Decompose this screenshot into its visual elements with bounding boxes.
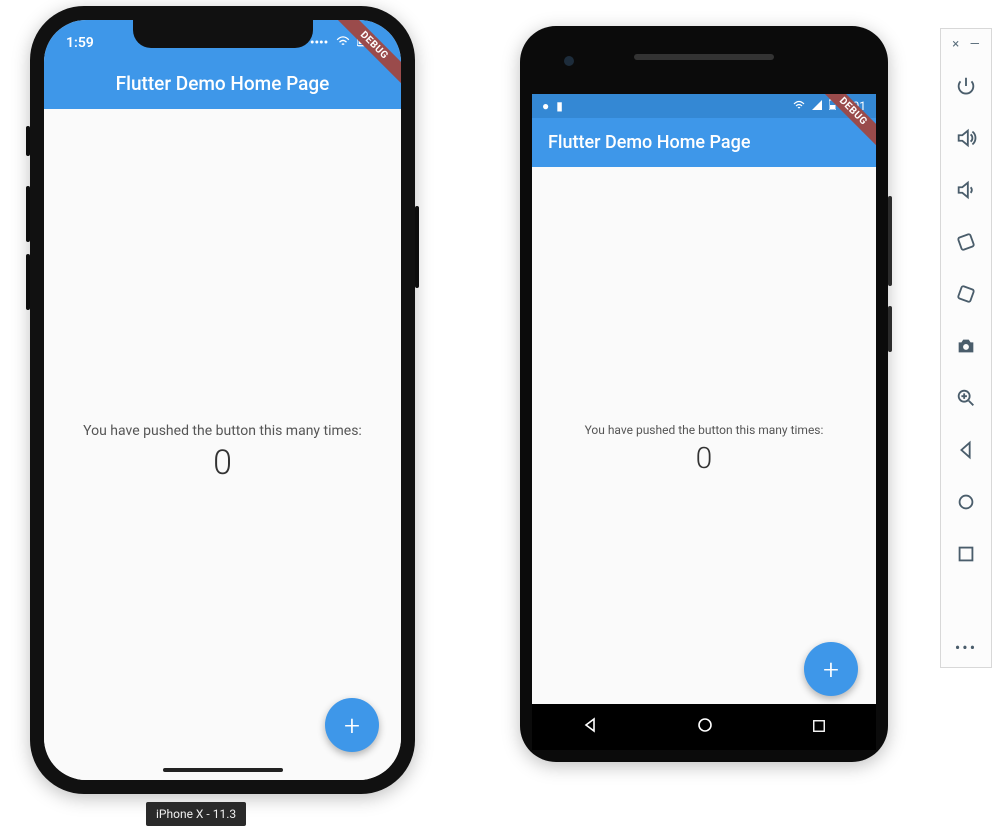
wifi-icon (793, 99, 808, 113)
android-speaker (634, 54, 774, 60)
rotate-right-button[interactable] (941, 268, 991, 320)
close-emulator-button[interactable]: × (952, 37, 959, 52)
android-power-button[interactable] (888, 306, 892, 352)
ios-appbar-title: Flutter Demo Home Page (44, 60, 401, 109)
ios-mute-switch[interactable] (26, 126, 30, 156)
plus-icon: + (344, 709, 360, 742)
ios-home-indicator[interactable] (163, 768, 283, 772)
screenshot-button[interactable] (941, 320, 991, 372)
zoom-button[interactable] (941, 372, 991, 424)
cellular-icon: •••• (310, 36, 328, 51)
rotate-right-icon (955, 283, 977, 305)
nav-back-button[interactable] (582, 717, 598, 737)
overview-icon (955, 543, 977, 565)
notification-dot-icon: ● (542, 99, 549, 113)
more-options-button[interactable]: ••• (955, 638, 977, 657)
android-status-left: ● ▮ (540, 99, 565, 113)
ios-notch (133, 20, 313, 48)
volume-up-icon (955, 127, 977, 149)
ios-simulator-frame: 1:59 •••• Flutter Demo Home Page DEBUG Y… (30, 6, 415, 794)
android-appbar: ● ▮ 2:01 Flutter Demo Home Page (532, 94, 876, 167)
volume-up-button[interactable] (941, 112, 991, 164)
emu-home-button[interactable] (941, 476, 991, 528)
android-volume-rocker[interactable] (888, 196, 892, 286)
emu-overview-button[interactable] (941, 528, 991, 580)
counter-value: 0 (213, 443, 232, 483)
power-icon (955, 75, 977, 97)
fab-add-button[interactable]: + (804, 642, 858, 696)
rotate-left-icon (955, 231, 977, 253)
ios-app-body: You have pushed the button this many tim… (44, 126, 401, 780)
ios-volume-down[interactable] (26, 254, 30, 310)
android-nav-bar (532, 704, 876, 750)
nav-home-button[interactable] (697, 717, 713, 737)
volume-down-button[interactable] (941, 164, 991, 216)
emulator-control-panel: × — ••• (940, 28, 992, 668)
back-icon (955, 439, 977, 461)
rotate-left-button[interactable] (941, 216, 991, 268)
ios-volume-up[interactable] (26, 186, 30, 242)
counter-label: You have pushed the button this many tim… (83, 423, 362, 439)
android-app-body: You have pushed the button this many tim… (532, 184, 876, 714)
camera-icon (955, 335, 977, 357)
emu-back-button[interactable] (941, 424, 991, 476)
android-screen: ● ▮ 2:01 Flutter Demo Home Page (532, 94, 876, 714)
counter-value: 0 (696, 441, 713, 476)
ios-power-button[interactable] (415, 206, 419, 288)
fab-add-button[interactable]: + (325, 698, 379, 752)
android-appbar-title: Flutter Demo Home Page (532, 118, 876, 167)
minimize-emulator-button[interactable]: — (970, 37, 980, 52)
plus-icon: + (823, 653, 839, 686)
counter-label: You have pushed the button this many tim… (585, 423, 824, 437)
zoom-icon (955, 387, 977, 409)
nav-recent-button[interactable] (812, 718, 826, 737)
android-front-camera (564, 56, 574, 66)
wifi-icon (336, 36, 353, 51)
sdcard-icon: ▮ (556, 99, 563, 113)
home-icon (955, 491, 977, 513)
ios-status-time: 1:59 (66, 35, 94, 51)
volume-down-icon (955, 179, 977, 201)
signal-icon (812, 99, 825, 113)
power-button[interactable] (941, 60, 991, 112)
ios-screen: 1:59 •••• Flutter Demo Home Page DEBUG Y… (44, 20, 401, 780)
ios-device-label: iPhone X - 11.3 (146, 802, 246, 826)
android-emulator-frame: ● ▮ 2:01 Flutter Demo Home Page (520, 26, 888, 762)
android-status-bar: ● ▮ 2:01 (532, 94, 876, 118)
